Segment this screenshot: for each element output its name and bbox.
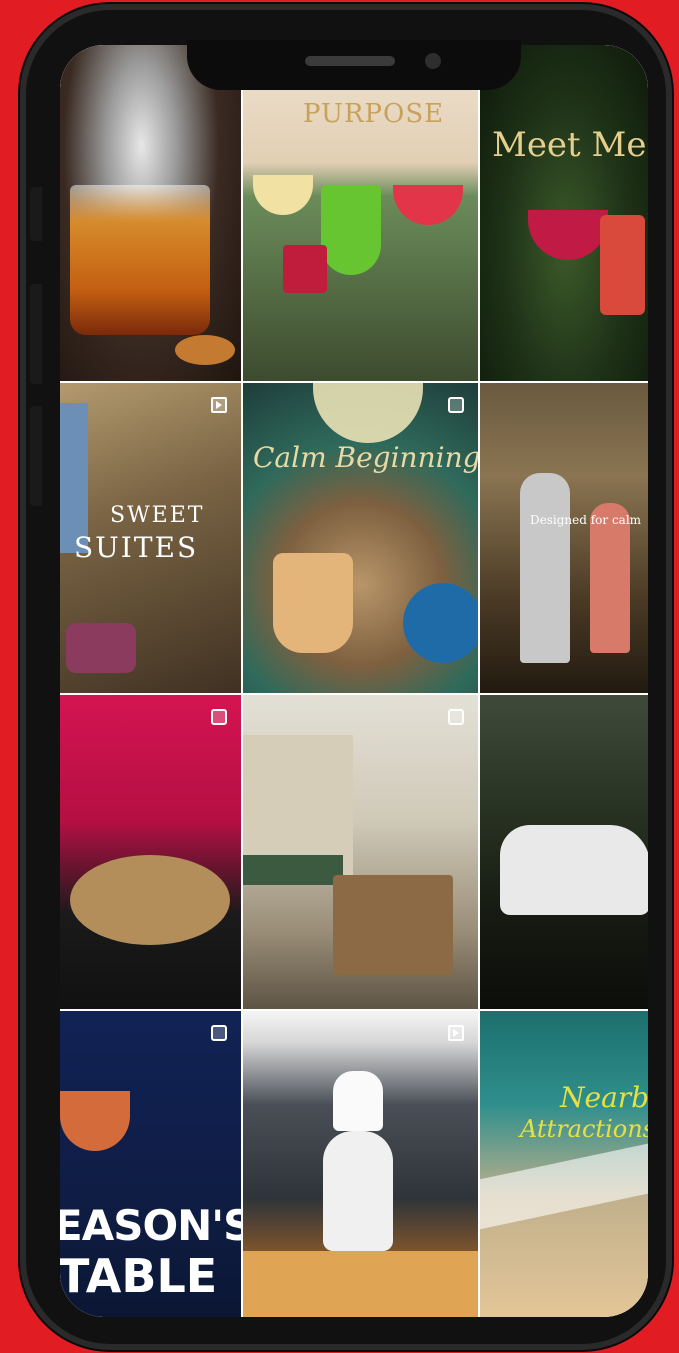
cocktail-image [60, 1091, 130, 1151]
post-tile-interior[interactable] [243, 695, 478, 1009]
volume-up-button [30, 284, 42, 384]
mute-switch [30, 187, 42, 241]
designed-for-calm-title: Designed for calm [530, 513, 642, 527]
post-tile-drinks[interactable]: Drink Has A PURPOSE [243, 45, 478, 381]
tea-glass-image [70, 185, 210, 335]
carousel-icon [211, 709, 227, 725]
cocktail-image [283, 245, 327, 293]
carousel-icon [211, 1025, 227, 1041]
phone-notch [187, 40, 521, 90]
cocktail-image [253, 175, 313, 215]
nearby-title-line1: Nearby [560, 1081, 648, 1114]
calm-beginnings-title: Calm Beginnings [253, 441, 478, 474]
post-tile-designed-for-calm[interactable]: Designed for calm [480, 383, 648, 693]
meet-me-title: Meet Me [492, 125, 647, 165]
drink-image [273, 553, 353, 653]
drink-image [403, 583, 478, 663]
post-tile-seasons-table[interactable]: EASON'S TABLE [60, 1011, 241, 1317]
sweet-suites-title-line1: SWEET [110, 503, 205, 528]
sweet-suites-title-line2: SUITES [74, 531, 199, 564]
post-tile-chaat[interactable] [60, 695, 241, 1009]
reel-icon [211, 397, 227, 413]
post-tile-car[interactable] [480, 695, 648, 1009]
phone-screen: Drink Has A PURPOSE Meet Me SWEET SUITES… [60, 45, 648, 1317]
reel-icon [448, 1025, 464, 1041]
volume-down-button [30, 406, 42, 506]
carousel-icon [448, 709, 464, 725]
post-grid: Drink Has A PURPOSE Meet Me SWEET SUITES… [60, 45, 648, 1317]
counter-image [243, 1251, 478, 1317]
post-tile-sweet-suites[interactable]: SWEET SUITES [60, 383, 241, 693]
car-image [500, 825, 648, 915]
post-tile-meet-me[interactable]: Meet Me [480, 45, 648, 381]
flowers-image [66, 623, 136, 673]
lemon-slice-image [175, 335, 235, 365]
seasons-table-title-line2: TABLE [60, 1249, 218, 1303]
glass-image [313, 383, 423, 443]
cocktail-image [528, 210, 608, 260]
cocktail-image [600, 215, 645, 315]
post-tile-nearby-attractions[interactable]: Nearby Attractions [480, 1011, 648, 1317]
camera-icon [425, 53, 441, 69]
speaker-icon [305, 56, 395, 66]
carousel-icon [448, 397, 464, 413]
post-tile-tea-glass[interactable] [60, 45, 241, 381]
post-tile-chef[interactable] [243, 1011, 478, 1317]
table-image [333, 875, 453, 975]
chaat-image [70, 855, 230, 945]
seasons-table-title-line1: EASON'S [60, 1201, 241, 1250]
nearby-title-line2: Attractions [520, 1115, 648, 1143]
drinks-title-line2: PURPOSE [303, 99, 445, 129]
man-image [520, 473, 570, 663]
seating-image [243, 855, 343, 885]
chef-image [323, 1131, 393, 1251]
cocktail-image [393, 185, 463, 225]
cocktail-image [321, 185, 381, 275]
surf-image [480, 1142, 648, 1230]
chef-hat-image [333, 1071, 383, 1131]
post-tile-calm-beginnings[interactable]: Calm Beginnings [243, 383, 478, 693]
